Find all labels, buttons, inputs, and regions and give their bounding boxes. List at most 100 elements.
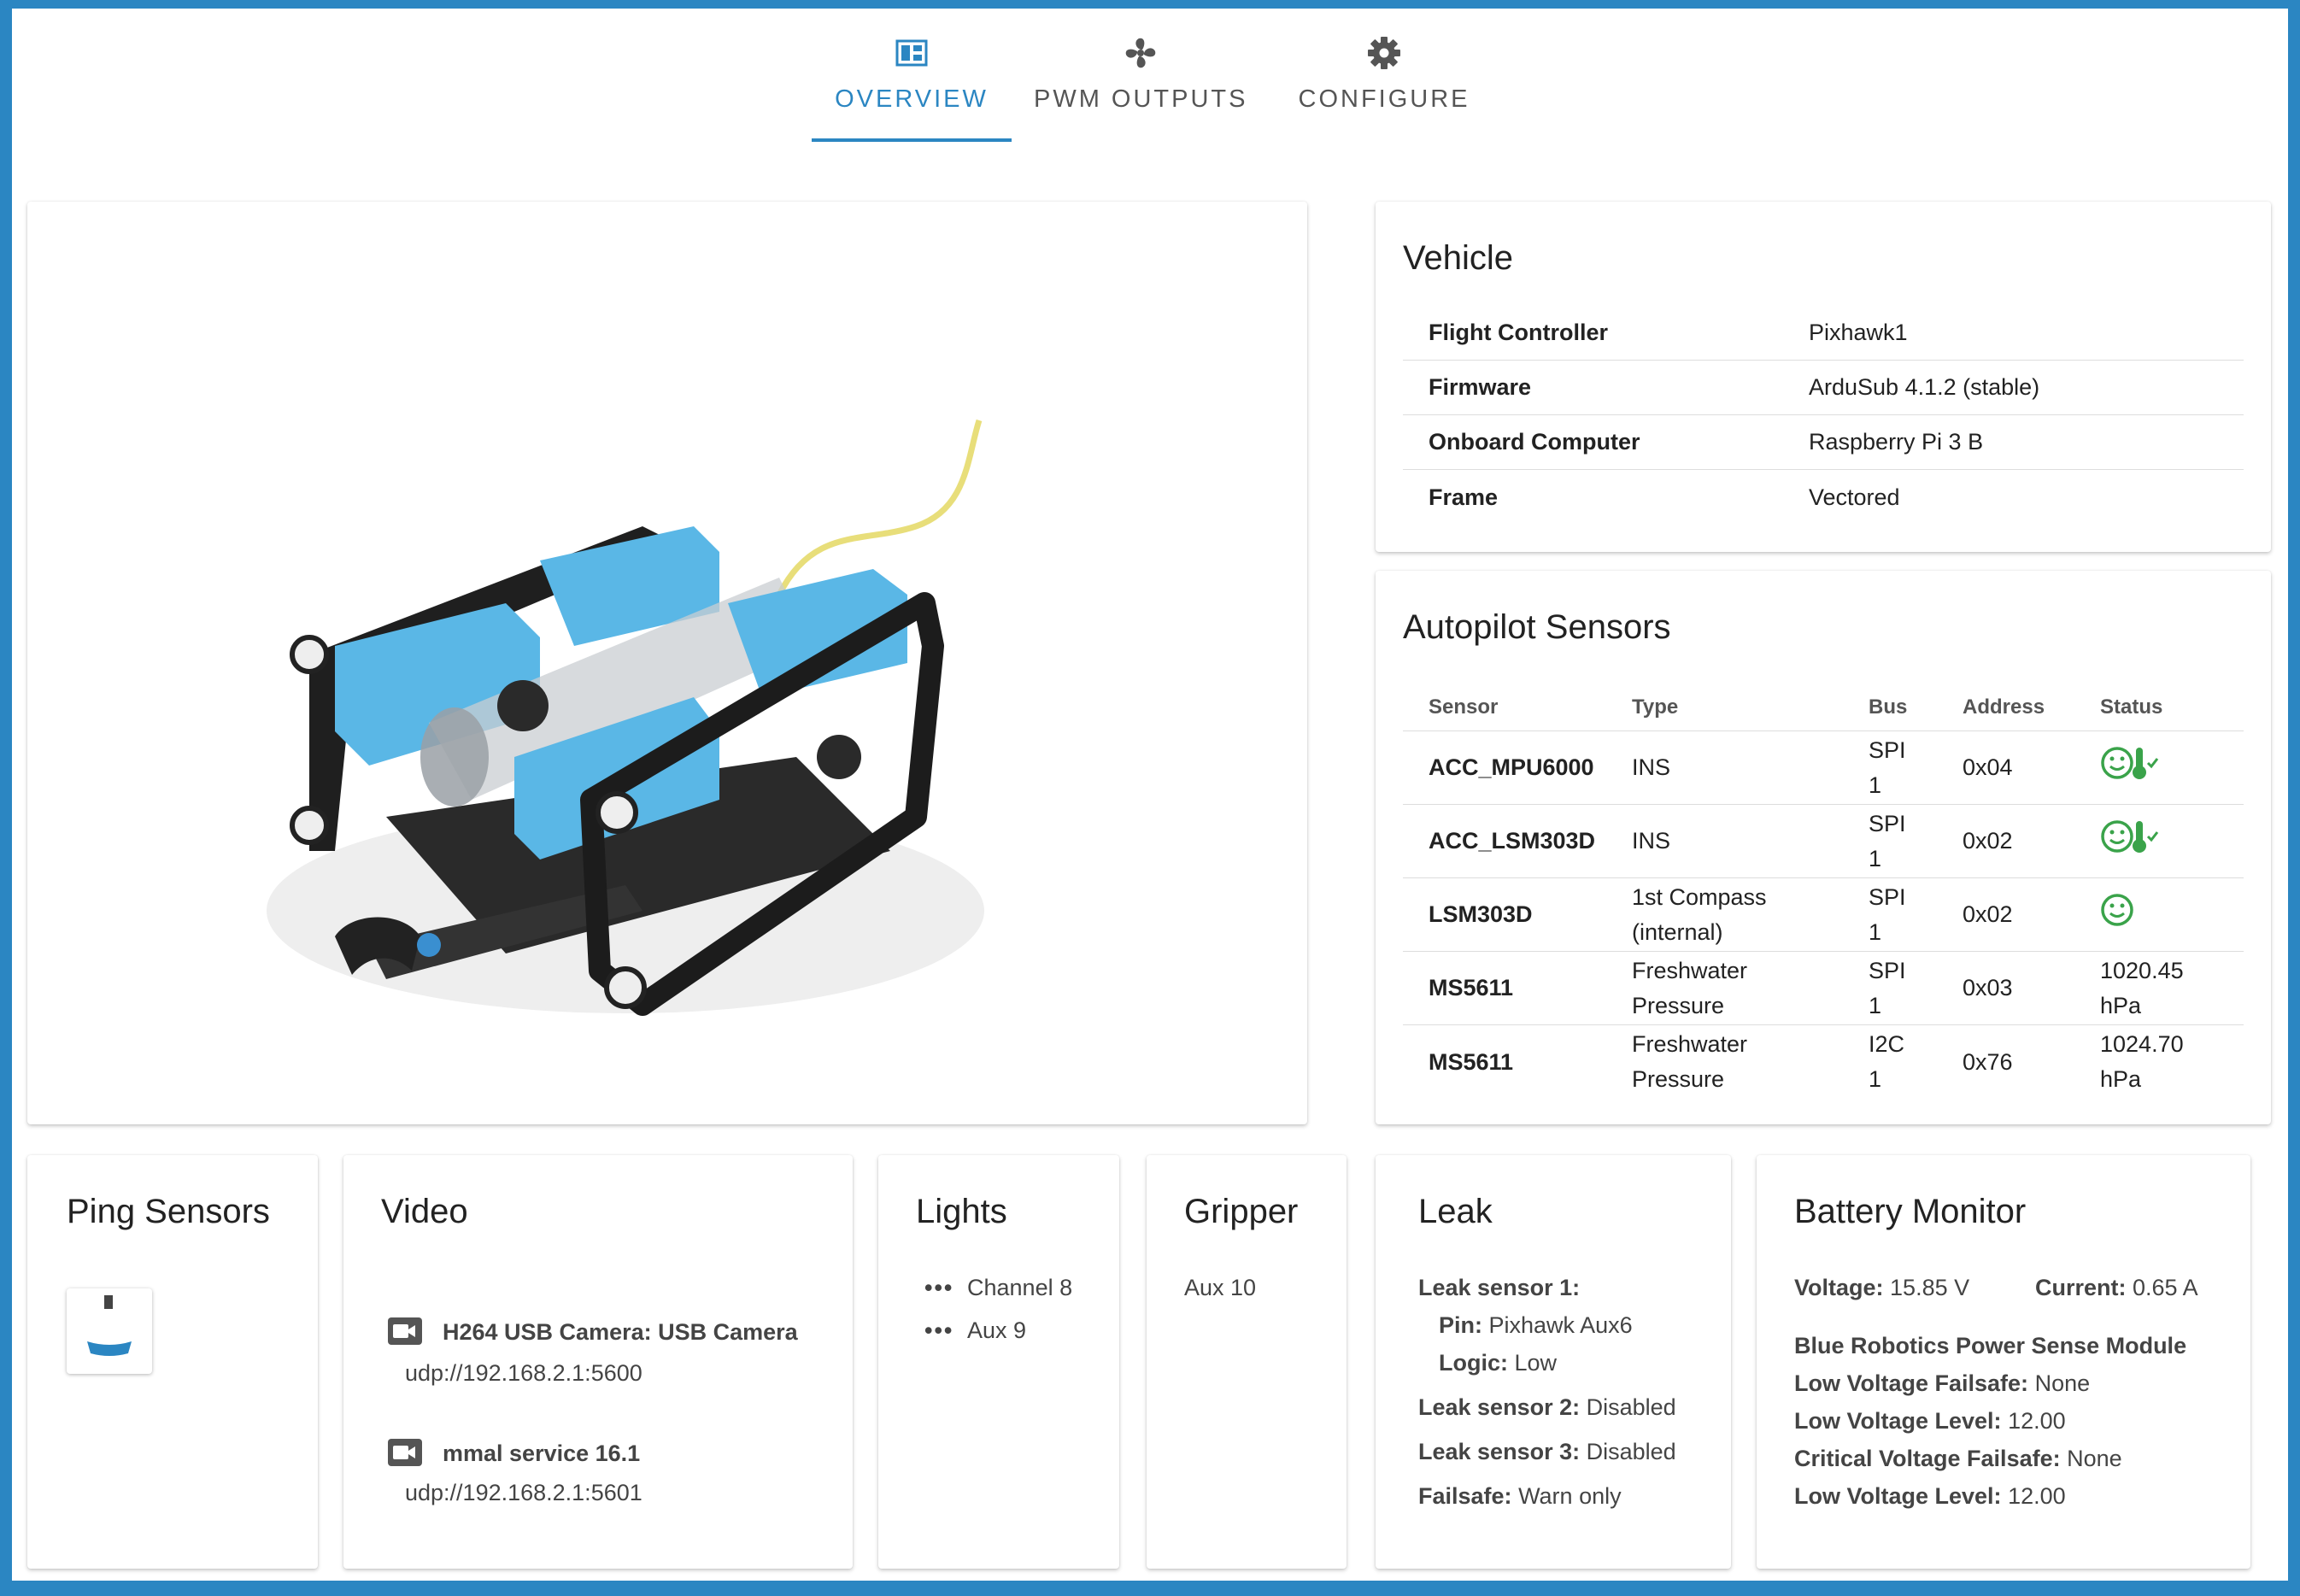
more-dots-icon: ••• <box>924 1317 954 1343</box>
leak-logic-value: Low <box>1514 1350 1558 1376</box>
row-value: Raspberry Pi 3 B <box>1809 429 1984 455</box>
video-stream-url[interactable]: udp://192.168.2.1:5601 <box>405 1480 642 1506</box>
table-row: Firmware ArduSub 4.1.2 (stable) <box>1403 361 2244 415</box>
sensor-type: Freshwater Pressure <box>1632 957 1748 1018</box>
battery-lvl-value: 12.00 <box>2008 1408 2066 1434</box>
leak-card: Leak Leak sensor 1: Pin: Pixhawk Aux6 Lo… <box>1376 1155 1731 1569</box>
table-header: Sensor Type Bus Address Status <box>1403 684 2244 731</box>
vehicle-card: Vehicle Flight Controller Pixhawk1 Firmwa… <box>1376 202 2271 552</box>
row-key: Onboard Computer <box>1429 429 1640 455</box>
header-sensor[interactable]: Sensor <box>1403 695 1632 719</box>
sensor-address: 0x04 <box>1963 754 2013 780</box>
gripper-card: Gripper Aux 10 <box>1147 1155 1347 1569</box>
sensor-name: MS5611 <box>1429 975 1514 1000</box>
sensor-address: 0x02 <box>1963 901 2013 927</box>
video-stream-name: H264 USB Camera: USB Camera <box>443 1319 798 1345</box>
tab-pwm-outputs[interactable]: PWM OUTPUTS <box>1034 34 1247 142</box>
leak-pin-value: Pixhawk Aux6 <box>1488 1312 1633 1338</box>
battery-lvl2-value: 12.00 <box>2008 1483 2066 1509</box>
sensor-address: 0x76 <box>1963 1048 2013 1075</box>
gripper-channel: Aux 10 <box>1184 1275 1257 1300</box>
leak-failsafe-label: Failsafe: <box>1418 1483 1512 1509</box>
battery-current-value: 0.65 A <box>2133 1275 2198 1300</box>
table-row: ACC_MPU6000 INS SPI 1 0x04 <box>1403 731 2244 805</box>
gear-icon <box>1368 37 1400 69</box>
healthy-calibrated-icon <box>2101 746 2159 779</box>
leak-logic-label: Logic: <box>1439 1350 1508 1376</box>
sensor-name: MS5611 <box>1429 1048 1514 1075</box>
battery-voltage-value: 15.85 V <box>1890 1275 1970 1300</box>
sensor-bus: SPI 1 <box>1869 883 1906 945</box>
row-key: Firmware <box>1429 374 1532 400</box>
row-value: Vectored <box>1809 484 1900 510</box>
battery-voltage-label: Voltage: <box>1794 1275 1884 1300</box>
sensors-table: Sensor Type Bus Address Status ACC_MPU60… <box>1403 684 2244 1099</box>
ping-sensor-widget[interactable] <box>67 1288 152 1374</box>
header-status[interactable]: Status <box>2100 695 2211 719</box>
more-dots-icon: ••• <box>924 1275 954 1300</box>
leak-failsafe-value: Warn only <box>1518 1483 1622 1509</box>
tab-configure[interactable]: CONFIGURE <box>1297 34 1471 142</box>
sensor-name: LSM303D <box>1429 901 1533 927</box>
row-key: Flight Controller <box>1429 320 1608 345</box>
table-row: Flight Controller Pixhawk1 <box>1403 306 2244 361</box>
sensor-status <box>2100 891 2211 939</box>
sensor-bus: SPI 1 <box>1869 957 1906 1018</box>
tab-overview-label: OVERVIEW <box>835 85 989 113</box>
battery-current-label: Current: <box>2035 1275 2127 1300</box>
light-channel: Channel 8 <box>967 1275 1073 1300</box>
leak-pin-label: Pin: <box>1439 1312 1482 1338</box>
sensor-type: INS <box>1632 754 1671 780</box>
healthy-calibrated-icon <box>2101 819 2159 853</box>
healthy-icon <box>2101 893 2133 926</box>
sensor-type: Freshwater Pressure <box>1632 1031 1748 1092</box>
ping-title: Ping Sensors <box>67 1193 270 1230</box>
sensor-type: INS <box>1632 828 1671 854</box>
sensor-status: 1024.70 hPa <box>2100 1031 2184 1092</box>
battery-lvf-value: None <box>2034 1370 2091 1396</box>
table-row: MS5611 Freshwater Pressure I2C 1 0x76 1024… <box>1403 1025 2244 1099</box>
battery-title: Battery Monitor <box>1794 1193 2027 1230</box>
sensor-bus: I2C 1 <box>1869 1031 1905 1092</box>
leak-sensor-3-value: Disabled <box>1586 1439 1676 1464</box>
row-value: Pixhawk1 <box>1809 320 1908 345</box>
vehicle-model-card <box>27 202 1307 1271</box>
battery-monitor-card: Battery Monitor Voltage: 15.85 V Current… <box>1757 1155 2250 1569</box>
header-bus[interactable]: Bus <box>1869 695 1963 719</box>
gripper-title: Gripper <box>1184 1193 1299 1230</box>
dashboard-icon <box>895 39 928 67</box>
vehicle-title: Vehicle <box>1403 239 1513 277</box>
leak-sensor-2-value: Disabled <box>1586 1394 1676 1420</box>
table-row: MS5611 Freshwater Pressure SPI 1 0x03 1020… <box>1403 952 2244 1025</box>
leak-sensor-2-label: Leak sensor 2: <box>1418 1394 1581 1420</box>
light-channel: Aux 9 <box>967 1317 1027 1343</box>
table-row: ACC_LSM303D INS SPI 1 0x02 <box>1403 805 2244 878</box>
battery-lvl2-label: Low Voltage Level: <box>1794 1483 2002 1509</box>
table-row: Frame Vectored <box>1403 470 2244 525</box>
tab-pwm-outputs-label: PWM OUTPUTS <box>1034 85 1248 113</box>
sensor-status: 1020.45 hPa <box>2100 957 2184 1018</box>
header-address[interactable]: Address <box>1963 695 2100 719</box>
video-title: Video <box>381 1193 468 1230</box>
leak-sensor-3-label: Leak sensor 3: <box>1418 1439 1581 1464</box>
tab-configure-label: CONFIGURE <box>1298 85 1470 113</box>
sensor-status <box>2100 744 2211 792</box>
tab-bar: OVERVIEW PWM OUTPUTS CONFIGURE <box>12 9 2288 145</box>
sensor-address: 0x03 <box>1963 975 2013 1000</box>
lights-title: Lights <box>916 1193 1007 1230</box>
header-type[interactable]: Type <box>1632 695 1869 719</box>
ping-sensors-card: Ping Sensors <box>27 1155 318 1569</box>
battery-cvf-label: Critical Voltage Failsafe: <box>1794 1446 2061 1471</box>
tab-overview[interactable]: OVERVIEW <box>812 34 1012 142</box>
vehicle-table: Flight Controller Pixhawk1 Firmware ArduSu… <box>1403 306 2244 525</box>
video-card: Video H264 USB Camera: USB Camera udp://… <box>343 1155 853 1569</box>
sensor-name: ACC_MPU6000 <box>1429 754 1594 780</box>
sensors-title: Autopilot Sensors <box>1403 608 1671 646</box>
app-window: OVERVIEW PWM OUTPUTS CONFIGURE Vehicle F… <box>12 9 2288 1581</box>
video-stream-url[interactable]: udp://192.168.2.1:5600 <box>405 1360 642 1387</box>
ping-sonar-icon <box>87 1295 132 1356</box>
video-camera-icon <box>388 1439 422 1466</box>
battery-module: Blue Robotics Power Sense Module <box>1794 1333 2187 1358</box>
rov-model-image[interactable] <box>27 202 1307 1124</box>
fan-icon <box>1125 38 1156 68</box>
